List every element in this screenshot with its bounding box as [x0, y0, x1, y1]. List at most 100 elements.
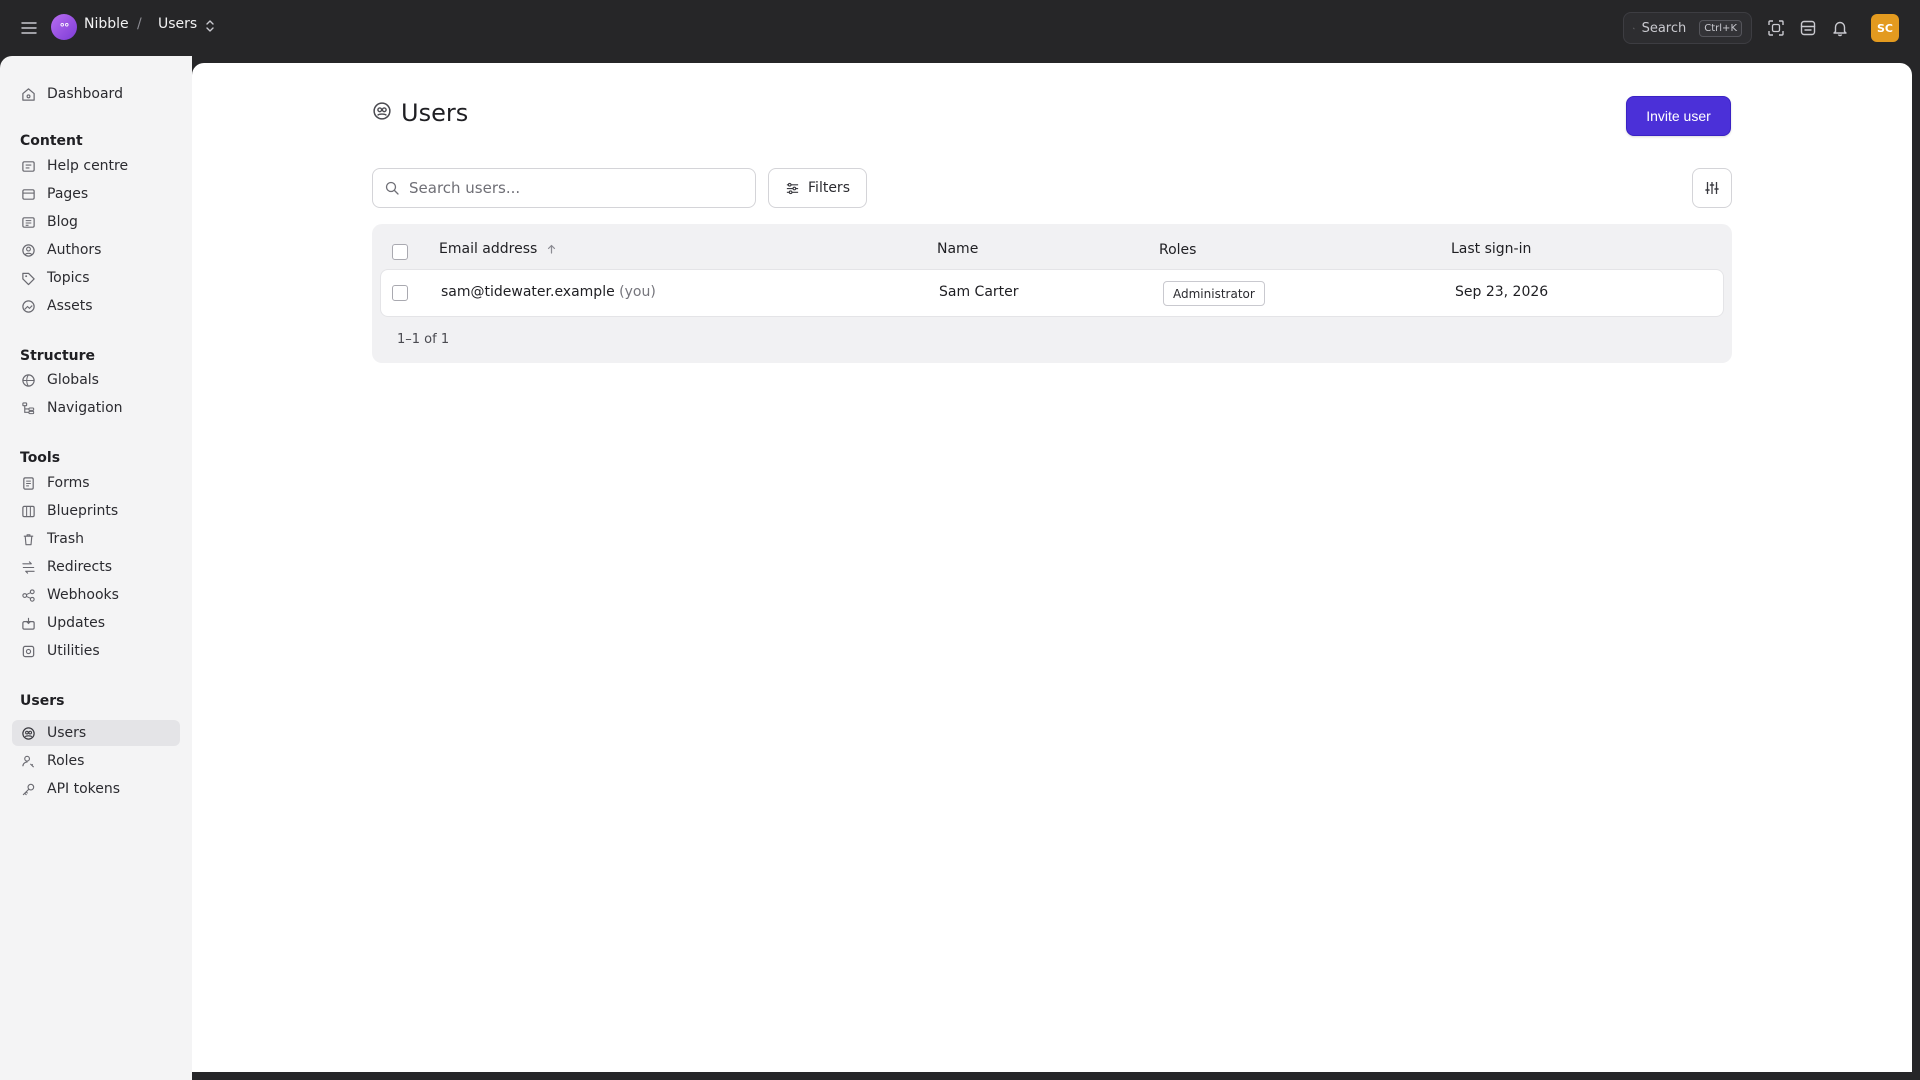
pagination-info: 1–1 of 1: [397, 332, 450, 347]
sidebar-item-label: Updates: [47, 615, 105, 631]
sliders-icon: [786, 182, 799, 194]
filters-label: Filters: [808, 180, 850, 196]
sidebar-item-label: API tokens: [47, 781, 121, 797]
column-header-roles[interactable]: Roles: [1159, 242, 1196, 258]
sidebar-item-label: Navigation: [47, 400, 123, 416]
sidebar-item-users[interactable]: Users: [12, 720, 180, 746]
sidebar-item-dashboard[interactable]: Dashboard: [12, 81, 180, 107]
view-site-icon[interactable]: [1765, 17, 1787, 39]
column-header-last-sign-in[interactable]: Last sign-in: [1451, 241, 1531, 257]
sidebar-item-navigation[interactable]: Navigation: [12, 395, 180, 421]
sidebar-item-webhooks[interactable]: Webhooks: [12, 582, 180, 608]
logo-face: °°: [59, 20, 70, 34]
sidebar-item-help-centre[interactable]: Help centre: [12, 153, 180, 179]
sidebar-item-blog[interactable]: Blog: [12, 209, 180, 235]
sidebar-heading-tools: Tools: [20, 450, 61, 466]
home-icon: [20, 86, 36, 102]
column-settings-button[interactable]: [1692, 168, 1732, 208]
table-row[interactable]: sam@tidewater.example (you) Sam Carter A…: [380, 269, 1724, 317]
page-title: Users: [401, 99, 469, 127]
search-label: Search: [1641, 20, 1687, 36]
search-field[interactable]: [372, 168, 756, 208]
main-content: Users Invite user Filters Email address …: [192, 63, 1912, 1072]
globe-icon: [20, 372, 36, 388]
book-icon: [20, 158, 36, 174]
search-icon: [1633, 27, 1635, 29]
sidebar-item-pages[interactable]: Pages: [12, 181, 180, 207]
row-checkbox[interactable]: [392, 285, 408, 301]
user-key-icon: [20, 753, 36, 769]
form-icon: [20, 475, 36, 491]
sidebar-item-label: Roles: [47, 753, 85, 769]
sidebar-item-label: Authors: [47, 242, 102, 258]
sidebar-item-label: Dashboard: [47, 86, 123, 102]
breadcrumb-separator: /: [137, 16, 142, 32]
page-header: Users: [372, 99, 468, 127]
sidebar-item-label: Globals: [47, 372, 99, 388]
menu-icon[interactable]: [18, 17, 40, 39]
sidebar-item-label: Assets: [47, 298, 93, 314]
breadcrumb-current[interactable]: Users: [158, 16, 197, 32]
sidebar-item-forms[interactable]: Forms: [12, 470, 180, 496]
users-icon: [20, 725, 36, 741]
sidebar-item-label: Trash: [47, 531, 84, 547]
global-search-button[interactable]: Search Ctrl+K: [1623, 12, 1752, 44]
search-input[interactable]: [409, 179, 729, 197]
adjustments-icon: [1705, 182, 1719, 194]
select-all-checkbox[interactable]: [392, 244, 408, 260]
blog-icon: [20, 214, 36, 230]
columns-icon: [20, 503, 36, 519]
users-icon: [372, 101, 392, 125]
sidebar-heading-users: Users: [20, 693, 65, 709]
chevron-up-down-icon[interactable]: [205, 18, 215, 34]
site-name[interactable]: Nibble: [84, 16, 129, 32]
utilities-icon: [20, 643, 36, 659]
users-table: Email address Name Roles Last sign-in sa…: [372, 224, 1732, 363]
sidebar-item-authors[interactable]: Authors: [12, 237, 180, 263]
trash-icon: [20, 531, 36, 547]
email-cell[interactable]: sam@tidewater.example (you): [441, 284, 656, 300]
invite-user-button[interactable]: Invite user: [1626, 96, 1731, 136]
redirect-icon: [20, 559, 36, 575]
bell-icon[interactable]: [1829, 17, 1851, 39]
current-user-tag: (you): [619, 284, 656, 300]
sidebar-item-label: Blog: [47, 214, 78, 230]
keyboard-shortcut: Ctrl+K: [1699, 19, 1742, 37]
sidebar-item-label: Pages: [47, 186, 89, 202]
sidebar-item-globals[interactable]: Globals: [12, 367, 180, 393]
sidebar-item-api-tokens[interactable]: API tokens: [12, 776, 180, 802]
sidebar-item-label: Redirects: [47, 559, 113, 575]
site-switcher-icon[interactable]: [1797, 17, 1819, 39]
sidebar-item-blueprints[interactable]: Blueprints: [12, 498, 180, 524]
sidebar-item-label: Utilities: [47, 643, 100, 659]
sidebar-item-assets[interactable]: Assets: [12, 293, 180, 319]
sidebar-item-label: Blueprints: [47, 503, 119, 519]
tree-icon: [20, 400, 36, 416]
user-email[interactable]: sam@tidewater.example: [441, 284, 615, 300]
key-icon: [20, 781, 36, 797]
search-icon: [385, 181, 399, 195]
sidebar-item-roles[interactable]: Roles: [12, 748, 180, 774]
pages-icon: [20, 186, 36, 202]
column-header-name[interactable]: Name: [937, 241, 978, 257]
name-cell: Sam Carter: [939, 284, 1019, 300]
sidebar-item-label: Topics: [47, 270, 90, 286]
sidebar: Dashboard Content Help centre Pages Blog…: [0, 56, 192, 1080]
site-logo-icon[interactable]: °°: [51, 14, 77, 40]
tag-icon: [20, 270, 36, 286]
assets-icon: [20, 298, 36, 314]
column-header-label: Email address: [439, 241, 538, 257]
sidebar-item-label: Help centre: [47, 158, 129, 174]
sidebar-item-redirects[interactable]: Redirects: [12, 554, 180, 580]
column-header-email[interactable]: Email address: [439, 241, 556, 257]
sidebar-item-topics[interactable]: Topics: [12, 265, 180, 291]
share-nodes-icon: [20, 587, 36, 603]
filters-button[interactable]: Filters: [768, 168, 867, 208]
sidebar-item-trash[interactable]: Trash: [12, 526, 180, 552]
sidebar-heading-content: Content: [20, 133, 83, 149]
sidebar-item-updates[interactable]: Updates: [12, 610, 180, 636]
arrow-up-icon: [548, 244, 556, 254]
role-badge: Administrator: [1163, 281, 1265, 306]
sidebar-item-utilities[interactable]: Utilities: [12, 638, 180, 664]
avatar[interactable]: SC: [1871, 14, 1899, 42]
